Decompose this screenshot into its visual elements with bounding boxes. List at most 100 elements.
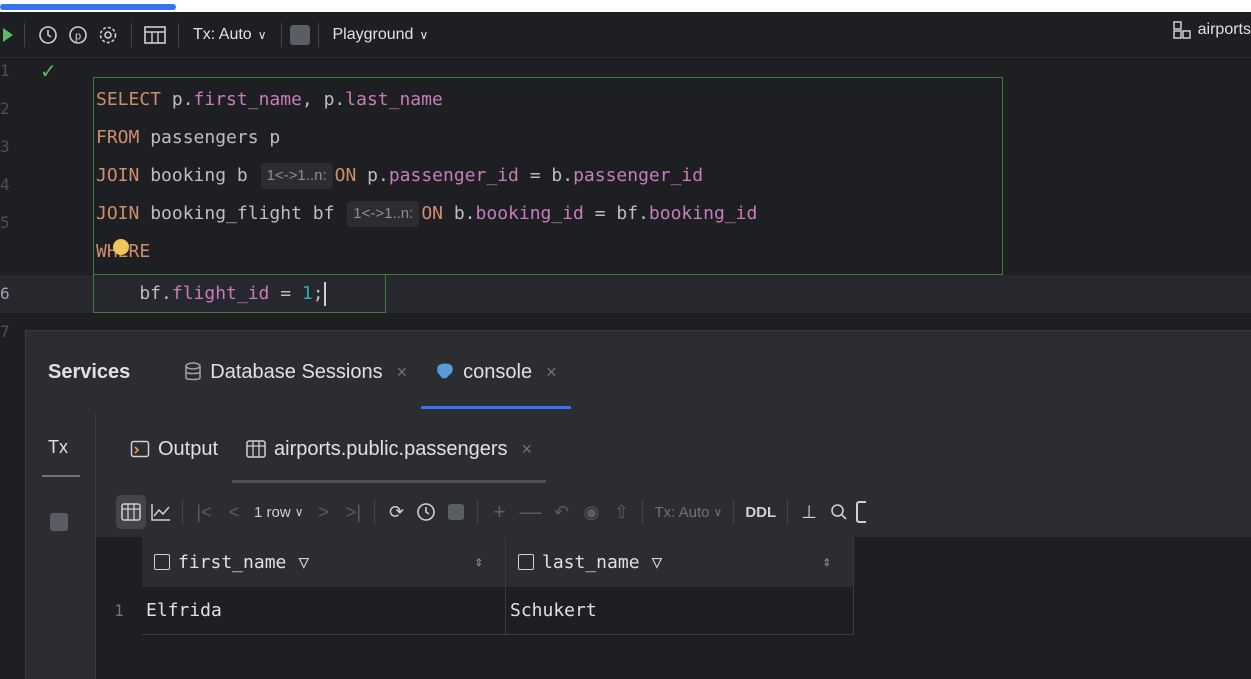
playground-dropdown[interactable]: Playground ∨ xyxy=(327,26,435,44)
tx-mode-dropdown[interactable]: Tx: Auto ∨ xyxy=(649,495,727,529)
column-header-first-name[interactable]: first_name ▽ ⇕ xyxy=(142,537,506,587)
ddl-button[interactable]: DDL xyxy=(740,495,781,529)
toolbar-separator xyxy=(182,499,183,525)
add-row-icon[interactable]: + xyxy=(484,495,514,529)
tab-passengers-result[interactable]: airports.public.passengers × xyxy=(232,413,547,485)
search-icon[interactable] xyxy=(824,495,854,529)
join-hint[interactable]: 1<->1..n: xyxy=(260,163,333,189)
chevron-down-icon: ∨ xyxy=(294,505,304,519)
lightbulb-icon[interactable] xyxy=(113,239,129,255)
layout-icon[interactable] xyxy=(854,495,868,529)
refresh-icon[interactable]: ⟳ xyxy=(381,495,411,529)
revert-icon[interactable]: ↶ xyxy=(546,495,576,529)
services-tab-bar: Services Database Sessions × console × xyxy=(26,331,1251,413)
output-icon xyxy=(130,440,150,458)
services-title: Services xyxy=(48,360,131,383)
table-view-icon[interactable] xyxy=(116,495,146,529)
filter-icon[interactable]: ▽ xyxy=(652,552,663,573)
stop-icon[interactable] xyxy=(441,495,471,529)
close-icon[interactable]: × xyxy=(522,439,533,460)
line-number: 2 xyxy=(0,99,10,118)
sort-icon[interactable]: ⇕ xyxy=(823,554,831,570)
ide-window: p Tx: Auto ∨ Playground ∨ airports 1 ✓ 2 xyxy=(0,12,1251,679)
results-grid[interactable]: first_name ▽ ⇕ last_name ▽ ⇕ 1 Elfrida S… xyxy=(96,537,1251,679)
line-number: 3 xyxy=(0,137,10,156)
tab-label: console xyxy=(463,360,533,383)
history-icon[interactable] xyxy=(33,20,63,50)
tx-mode-dropdown[interactable]: Tx: Auto ∨ xyxy=(187,26,273,44)
tab-database-sessions[interactable]: Database Sessions × xyxy=(170,331,421,413)
code-line: FROM passengers p xyxy=(96,127,281,148)
column-icon xyxy=(518,554,534,570)
prev-page-icon[interactable]: < xyxy=(219,495,249,529)
grid-cell[interactable]: Elfrida xyxy=(142,587,506,635)
column-header-last-name[interactable]: last_name ▽ ⇕ xyxy=(506,537,854,587)
schema-icon xyxy=(1172,21,1191,39)
toolbar-separator xyxy=(787,499,789,525)
toolbar-separator xyxy=(24,22,25,47)
datasource-selector[interactable]: airports xyxy=(1172,20,1251,40)
stop-icon[interactable] xyxy=(50,513,68,531)
toolbar-separator xyxy=(642,499,644,525)
table-icon xyxy=(246,440,266,458)
row-number: 1 xyxy=(114,601,124,620)
close-icon[interactable]: × xyxy=(546,362,557,383)
tab-output[interactable]: Output xyxy=(116,413,232,485)
row-count-label: 1 row xyxy=(254,503,291,521)
pin-p-icon[interactable]: p xyxy=(63,20,93,50)
line-number: 4 xyxy=(0,175,10,194)
tab-label: airports.public.passengers xyxy=(274,437,508,460)
tx-label[interactable]: Tx xyxy=(48,437,68,458)
toolbar-separator xyxy=(131,22,132,47)
gear-icon[interactable] xyxy=(93,20,123,50)
history-icon[interactable] xyxy=(411,495,441,529)
pin-icon[interactable]: ⊥ xyxy=(794,495,824,529)
join-hint[interactable]: 1<->1..n: xyxy=(347,201,420,227)
services-left-rail: Tx xyxy=(26,413,96,679)
text-caret xyxy=(323,282,326,306)
row-count-dropdown[interactable]: 1 row ∨ xyxy=(249,495,308,529)
column-icon xyxy=(154,554,170,570)
chevron-down-icon: ∨ xyxy=(257,27,267,42)
chevron-down-icon: ∨ xyxy=(713,505,723,519)
database-icon xyxy=(185,362,202,381)
toolbar-separator xyxy=(733,499,735,525)
stop-icon[interactable] xyxy=(289,24,310,45)
code-line: JOIN booking_flight bf 1<->1..n: ON b.boo… xyxy=(96,195,757,233)
rail-underline xyxy=(42,475,80,477)
chevron-down-icon: ∨ xyxy=(419,27,429,42)
result-tab-bar: Output airports.public.passengers × xyxy=(116,413,547,485)
tab-console[interactable]: console × xyxy=(421,331,572,413)
run-icon[interactable] xyxy=(0,20,16,50)
toolbar-separator xyxy=(477,499,479,525)
submit-icon[interactable]: ⇧ xyxy=(606,495,636,529)
grid-cell[interactable]: Schukert xyxy=(506,587,854,635)
tx-mode-label: Tx: Auto xyxy=(193,25,252,43)
toolbar-separator xyxy=(317,22,319,47)
first-page-icon[interactable]: |< xyxy=(189,495,219,529)
filter-icon[interactable]: ▽ xyxy=(298,552,309,573)
code-line: JOIN booking b 1<->1..n: ON p.passenger_i… xyxy=(96,157,703,195)
table-icon[interactable] xyxy=(140,20,170,50)
line-number: 6 xyxy=(0,284,10,303)
postgresql-icon xyxy=(437,363,453,379)
last-page-icon[interactable]: >| xyxy=(338,495,368,529)
datasource-label: airports xyxy=(1197,21,1251,38)
tx-mode-label: Tx: Auto xyxy=(654,503,710,521)
preview-icon[interactable]: ◉ xyxy=(576,495,606,529)
close-icon[interactable]: × xyxy=(397,362,408,383)
code-line: SELECT p.first_name, p.last_name xyxy=(96,89,443,110)
results-toolbar: |< < 1 row ∨ > >| ⟳ + — ↶ ◉ ⇧ Tx: Auto ∨ xyxy=(116,487,1251,537)
chart-view-icon[interactable] xyxy=(146,495,176,529)
sort-icon[interactable]: ⇕ xyxy=(475,554,483,570)
services-panel: Services Database Sessions × console × T… xyxy=(25,330,1251,679)
toolbar-separator xyxy=(374,499,376,525)
next-page-icon[interactable]: > xyxy=(308,495,338,529)
delete-row-icon[interactable]: — xyxy=(514,495,546,529)
svg-text:p: p xyxy=(75,30,81,42)
check-icon: ✓ xyxy=(40,59,57,83)
grid-header: first_name ▽ ⇕ last_name ▽ ⇕ xyxy=(142,537,854,587)
sql-editor[interactable]: 1 ✓ 2 3 4 5 6 7 SELECT p.first_name, p.l… xyxy=(0,59,1251,341)
editor-toolbar: p Tx: Auto ∨ Playground ∨ airports xyxy=(0,12,1251,58)
table-row[interactable]: 1 Elfrida Schukert xyxy=(96,587,854,635)
